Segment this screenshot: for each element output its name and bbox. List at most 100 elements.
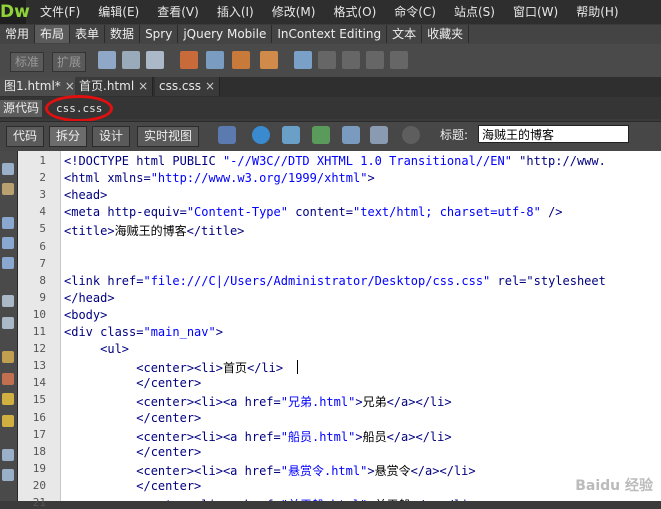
menu-view[interactable]: 查看(V)	[157, 0, 208, 24]
menu-file[interactable]: 文件(F)	[40, 0, 89, 24]
menu-commands[interactable]: 命令(C)	[394, 0, 445, 24]
code-editor[interactable]: <!DOCTYPE html PUBLIC "-//W3C//DTD XHTML…	[61, 151, 661, 501]
multiscreen-icon[interactable]	[218, 126, 236, 144]
insert-tabs: 常用 布局 表单 数据 Spry jQuery Mobile InContext…	[0, 25, 661, 44]
code-line[interactable]: </head>	[64, 291, 115, 305]
balance-braces-icon[interactable]	[2, 317, 14, 329]
split-view-button[interactable]: 拆分	[49, 126, 88, 147]
code-line[interactable]: <link href="file:///C|/Users/Administrat…	[64, 274, 606, 288]
highlight-invalid-code-icon[interactable]	[2, 373, 14, 385]
line-number: 11	[32, 325, 46, 338]
spry-menu-icon[interactable]	[260, 51, 278, 69]
tab-forms[interactable]: 表单	[70, 25, 106, 43]
doc-tab-label: css.css	[159, 79, 202, 93]
collapse-tag-icon[interactable]	[2, 217, 14, 229]
code-line[interactable]: </center>	[64, 479, 201, 493]
tab-text[interactable]: 文本	[387, 25, 423, 43]
code-line[interactable]: <!DOCTYPE html PUBLIC "-//W3C//DTD XHTML…	[64, 154, 606, 168]
design-view-button[interactable]: 设计	[92, 126, 131, 147]
column-right-icon	[390, 51, 408, 69]
expanded-mode-button[interactable]: 扩展	[52, 52, 87, 72]
code-line[interactable]: <center><li><a href="兄弟.html">兄弟</a></li…	[64, 393, 451, 410]
line-number: 10	[32, 307, 46, 321]
visual-aids-icon[interactable]	[370, 126, 388, 144]
code-line[interactable]: <meta http-equiv="Content-Type" content=…	[64, 205, 563, 219]
line-number: 12	[32, 342, 46, 356]
code-line[interactable]: <html xmlns="http://www.w3.org/1999/xhtm…	[64, 171, 375, 185]
refresh-icon[interactable]	[402, 126, 420, 144]
tab-common[interactable]: 常用	[0, 25, 36, 43]
line-number: 16	[32, 410, 46, 424]
line-numbers-icon[interactable]	[2, 351, 14, 363]
title-input[interactable]: 海贼王的博客	[478, 125, 629, 143]
doc-tab-1[interactable]: 图1.html* ×	[0, 77, 80, 96]
close-icon[interactable]: ×	[205, 79, 215, 93]
code-line[interactable]: <center><li><a href="关于船.html">关于船</a></…	[64, 496, 475, 501]
syntax-error-alerts-icon[interactable]	[2, 393, 14, 405]
expand-all-icon[interactable]	[2, 257, 14, 269]
tab-incontext-editing[interactable]: InContext Editing	[272, 25, 388, 43]
recent-snippets-icon[interactable]	[2, 469, 14, 481]
tab-data[interactable]: 数据	[105, 25, 141, 43]
code-line[interactable]: <center><li><a href="船员.html">船员</a></li…	[64, 428, 451, 445]
tab-spry[interactable]: Spry	[140, 25, 179, 43]
doc-tab-3[interactable]: css.css ×	[155, 77, 221, 96]
code-line[interactable]: <center><li>首页</li>	[64, 359, 283, 376]
tab-layout[interactable]: 布局	[35, 25, 71, 43]
tab-jquery-mobile[interactable]: jQuery Mobile	[178, 25, 273, 43]
wrap-tag-icon[interactable]	[2, 449, 14, 461]
check-browser-icon[interactable]	[342, 126, 360, 144]
menu-site[interactable]: 站点(S)	[454, 0, 504, 24]
select-parent-tag-icon[interactable]	[2, 295, 14, 307]
menu-window[interactable]: 窗口(W)	[513, 0, 567, 24]
file-management-icon[interactable]	[282, 126, 300, 144]
line-number: 21	[32, 496, 46, 509]
standard-mode-button[interactable]: 标准	[10, 52, 45, 72]
code-line[interactable]: <ul>	[64, 342, 129, 356]
title-label: 标题:	[440, 128, 469, 142]
line-number: 5	[39, 222, 46, 236]
fluid-grid-icon[interactable]	[206, 51, 224, 69]
doc-tab-2[interactable]: 首页.html ×	[75, 77, 154, 96]
menu-insert[interactable]: 插入(I)	[217, 0, 263, 24]
close-icon[interactable]: ×	[138, 79, 148, 93]
menu-modify[interactable]: 修改(M)	[272, 0, 325, 24]
text-caret	[297, 360, 298, 375]
watermark: Baidu 经验	[575, 478, 653, 494]
line-number: 1	[39, 154, 46, 167]
preview-browser-icon[interactable]	[252, 126, 270, 144]
apply-comment-icon[interactable]	[2, 415, 14, 427]
show-code-navigator-icon[interactable]	[2, 183, 14, 195]
menu-help[interactable]: 帮助(H)	[576, 0, 627, 24]
code-line[interactable]: </center>	[64, 376, 201, 390]
code-view-button[interactable]: 代码	[6, 126, 45, 147]
line-number: 6	[39, 239, 46, 253]
line-number-gutter: 1 2 3 4 5 6 7 8 9 10 11 12 13 14 15 16 17 18 19 20 21	[18, 151, 61, 509]
iframe-icon[interactable]	[146, 51, 164, 69]
code-line[interactable]: <title>海贼王的博客</title>	[64, 222, 244, 239]
collapse-selection-icon[interactable]	[2, 237, 14, 249]
code-line[interactable]: </center>	[64, 445, 201, 459]
w3c-validation-icon[interactable]	[312, 126, 330, 144]
open-documents-icon[interactable]	[2, 163, 14, 175]
code-line[interactable]: <body>	[64, 308, 107, 322]
code-line[interactable]: </center>	[64, 411, 201, 425]
live-view-button[interactable]: 实时视图	[137, 126, 200, 147]
menu-format[interactable]: 格式(O)	[333, 0, 385, 24]
tab-favorites[interactable]: 收藏夹	[422, 25, 470, 43]
line-number: 9	[39, 290, 46, 304]
draw-div-icon[interactable]	[122, 51, 140, 69]
close-icon[interactable]: ×	[65, 79, 75, 93]
ap-div-icon[interactable]	[232, 51, 250, 69]
table-mode-icon[interactable]	[294, 51, 312, 69]
line-number: 8	[39, 273, 46, 287]
insert-div-icon[interactable]	[180, 51, 198, 69]
line-number: 13	[32, 359, 46, 373]
code-line[interactable]: <div class="main_nav">	[64, 325, 223, 339]
menu-edit[interactable]: 编辑(E)	[98, 0, 148, 24]
code-line[interactable]: <head>	[64, 188, 107, 202]
source-code-button[interactable]: 源代码	[0, 100, 43, 117]
table-icon[interactable]	[98, 51, 116, 69]
code-line[interactable]: <center><li><a href="悬赏令.html">悬赏令</a></…	[64, 462, 475, 479]
line-number: 4	[39, 205, 46, 219]
